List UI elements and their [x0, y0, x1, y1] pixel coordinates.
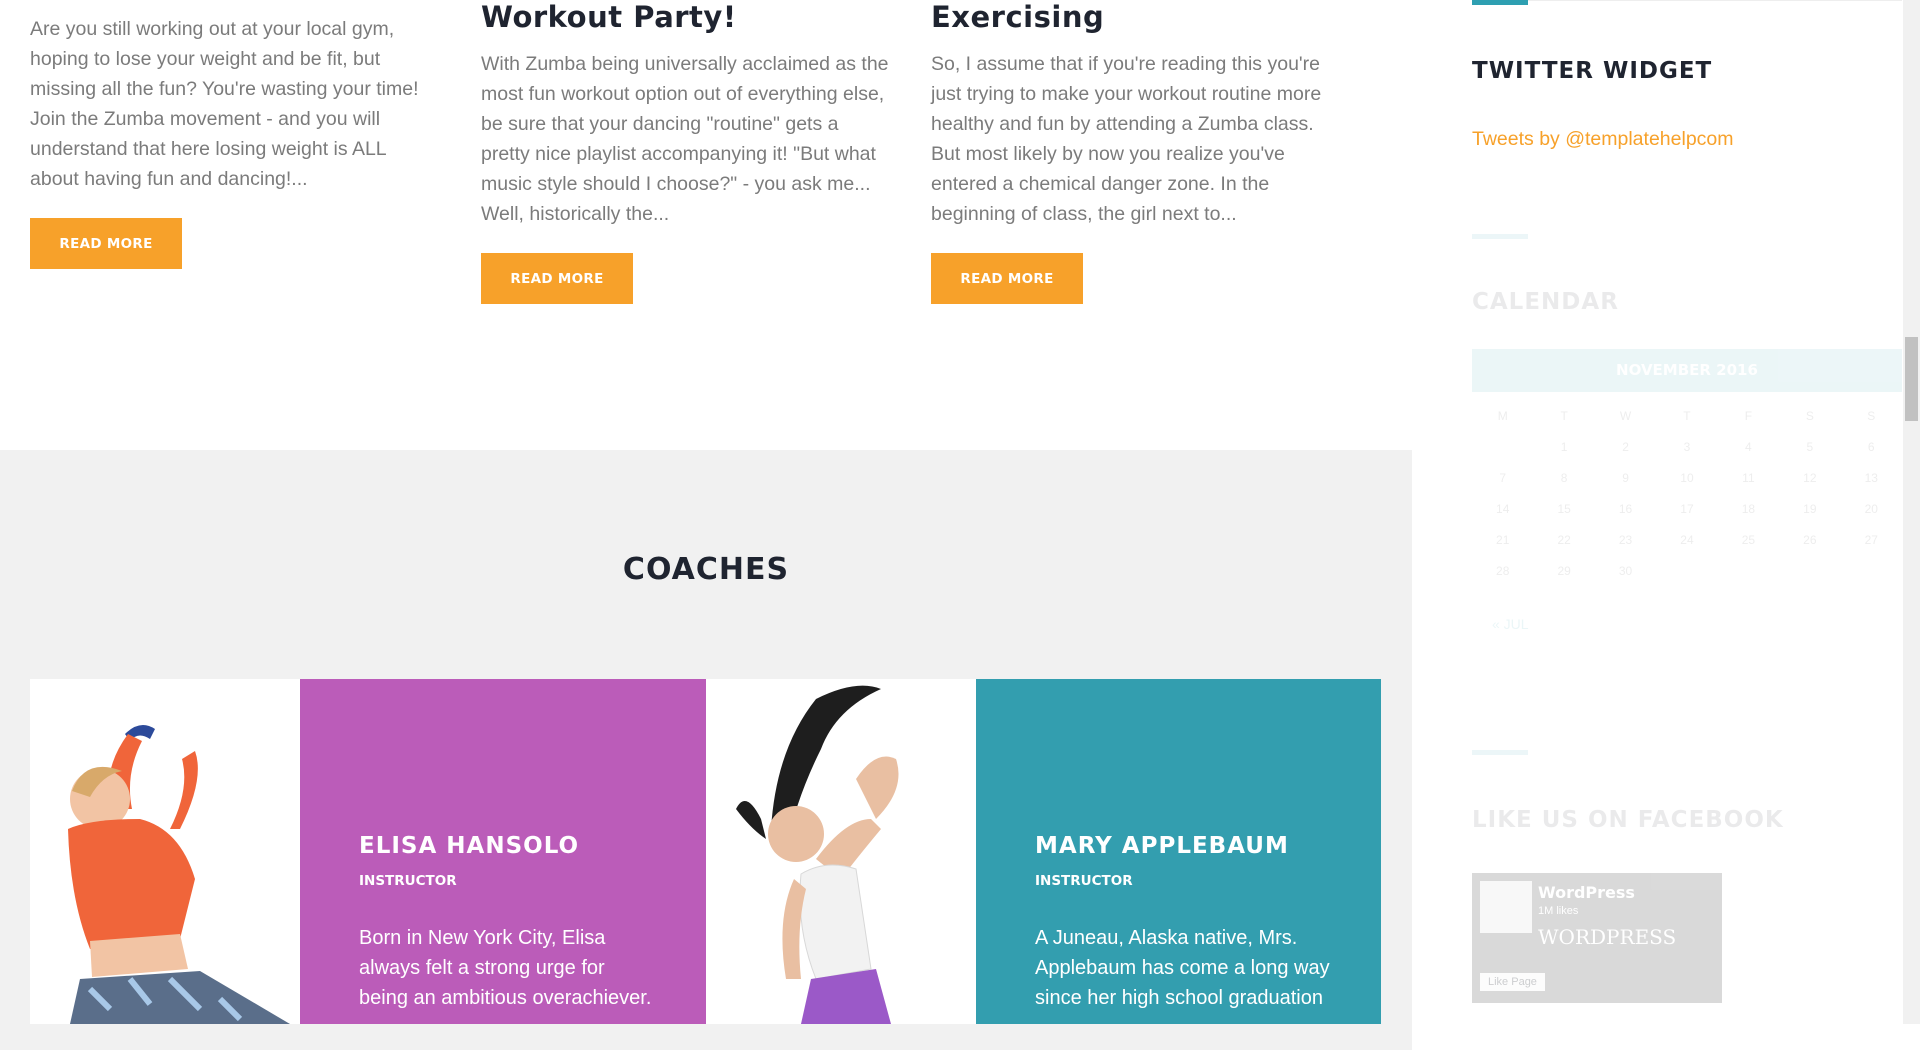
- calendar-widget: CALENDAR NOVEMBER 2016 M T W T F S S 1 2…: [1472, 234, 1902, 794]
- calendar-day: 9: [1622, 470, 1629, 485]
- calendar-day: [1718, 555, 1779, 586]
- calendar-day: 22: [1557, 532, 1571, 547]
- post-title[interactable]: Exercising: [931, 0, 1341, 34]
- calendar-grid: M T W T F S S 1 2 3 4 5 6 7 8 9 10 11 12…: [1472, 400, 1902, 586]
- calendar-day: 19: [1803, 501, 1817, 516]
- widget-accent-bar: [1472, 234, 1528, 239]
- coach-name[interactable]: ELISA HANSOLO: [359, 833, 659, 859]
- twitter-widget-title: TWITTER WIDGET: [1472, 58, 1713, 84]
- calendar-day: 14: [1496, 501, 1510, 516]
- read-more-button[interactable]: READ MORE: [931, 253, 1083, 304]
- coach-photo: [30, 679, 300, 1024]
- post-card: Are you still working out at your local …: [30, 14, 420, 269]
- facebook-page-name: WordPress: [1538, 883, 1635, 902]
- weekday-label: F: [1744, 408, 1753, 423]
- facebook-page-preview[interactable]: WordPress 1M likes WORDPRESS Like Page: [1472, 873, 1722, 1003]
- calendar-day: 5: [1806, 439, 1814, 454]
- calendar-day: 16: [1618, 501, 1633, 516]
- calendar-day: 15: [1557, 501, 1571, 516]
- calendar-day: [1656, 555, 1717, 586]
- weekday-label: W: [1619, 408, 1632, 423]
- dancer-illustration: [736, 685, 899, 1024]
- calendar-day: 30: [1618, 563, 1633, 578]
- coach-name[interactable]: MARY APPLEBAUM: [1035, 833, 1335, 859]
- post-card: Workout Party! With Zumba being universa…: [481, 0, 891, 304]
- calendar-title: CALENDAR: [1472, 289, 1619, 315]
- coach-card: MARY APPLEBAUM INSTRUCTOR A Juneau, Alas…: [976, 679, 1381, 1024]
- weekday-label: T: [1683, 408, 1691, 423]
- page-scrollbar[interactable]: [1903, 0, 1920, 1024]
- twitter-link[interactable]: Tweets by @templatehelpcom: [1472, 128, 1734, 151]
- calendar-day: 20: [1864, 501, 1878, 516]
- calendar-prev-link[interactable]: « JUL: [1492, 616, 1902, 632]
- facebook-likes: 1M likes: [1538, 905, 1579, 917]
- coaches-heading: COACHES: [622, 552, 790, 587]
- post-excerpt: With Zumba being universally acclaimed a…: [481, 53, 889, 225]
- weekday-label: T: [1560, 408, 1568, 423]
- calendar-day: 29: [1557, 563, 1571, 578]
- weekday-label: M: [1497, 408, 1508, 423]
- coach-bio: A Juneau, Alaska native, Mrs. Applebaum …: [1035, 927, 1330, 1009]
- post-excerpt: So, I assume that if you're reading this…: [931, 53, 1322, 225]
- calendar-day: [1841, 555, 1902, 586]
- weekday-label: S: [1867, 408, 1876, 423]
- calendar-day: 3: [1683, 439, 1691, 454]
- coach-card: ELISA HANSOLO INSTRUCTOR Born in New Yor…: [300, 679, 706, 1024]
- calendar-day: 24: [1680, 532, 1694, 547]
- wordpress-logo-icon: [1480, 881, 1532, 933]
- coach-role: INSTRUCTOR: [1035, 873, 1133, 889]
- calendar-day: 4: [1745, 439, 1752, 454]
- coach-photo: [706, 679, 976, 1024]
- calendar-day: 6: [1867, 439, 1875, 454]
- calendar-day: [1472, 431, 1533, 462]
- weekday-label: S: [1805, 408, 1814, 423]
- calendar-day: 7: [1499, 470, 1507, 485]
- post-title[interactable]: Workout Party!: [481, 0, 891, 34]
- calendar-day: 27: [1864, 532, 1878, 547]
- calendar-day: 18: [1741, 501, 1756, 516]
- facebook-title: LIKE US ON FACEBOOK: [1472, 807, 1784, 833]
- facebook-brand: WORDPRESS: [1538, 925, 1677, 949]
- calendar-day: 25: [1741, 532, 1756, 547]
- calendar-day: 13: [1864, 470, 1878, 485]
- coach-bio: Born in New York City, Elisa always felt…: [359, 927, 652, 1009]
- facebook-widget: LIKE US ON FACEBOOK WordPress 1M likes W…: [1472, 750, 1902, 1024]
- calendar-day: 17: [1680, 501, 1694, 516]
- read-more-button[interactable]: READ MORE: [481, 253, 633, 304]
- dancer-illustration: [68, 725, 290, 1024]
- calendar-day: 8: [1560, 470, 1568, 485]
- calendar-day: 12: [1803, 470, 1817, 485]
- widget-accent-bar: [1472, 750, 1528, 755]
- calendar-day: 10: [1680, 470, 1694, 485]
- calendar-day: 11: [1742, 470, 1755, 485]
- calendar-month: NOVEMBER 2016: [1472, 349, 1902, 392]
- calendar-day: 21: [1496, 532, 1510, 547]
- widget-accent-bar: [1472, 0, 1528, 5]
- calendar-day: 28: [1496, 563, 1510, 578]
- coach-role: INSTRUCTOR: [359, 873, 457, 889]
- read-more-button[interactable]: READ MORE: [30, 218, 182, 269]
- post-card: Exercising So, I assume that if you're r…: [931, 0, 1341, 304]
- calendar-day: 2: [1622, 439, 1629, 454]
- calendar-day: 1: [1560, 439, 1568, 454]
- post-excerpt: Are you still working out at your local …: [30, 18, 419, 190]
- scrollbar-thumb[interactable]: [1905, 337, 1918, 421]
- facebook-like-button[interactable]: Like Page: [1480, 973, 1545, 991]
- calendar-day: 26: [1803, 532, 1817, 547]
- calendar-day: [1779, 555, 1840, 586]
- widget-divider: [1472, 0, 1902, 1]
- calendar-day: 23: [1618, 532, 1633, 547]
